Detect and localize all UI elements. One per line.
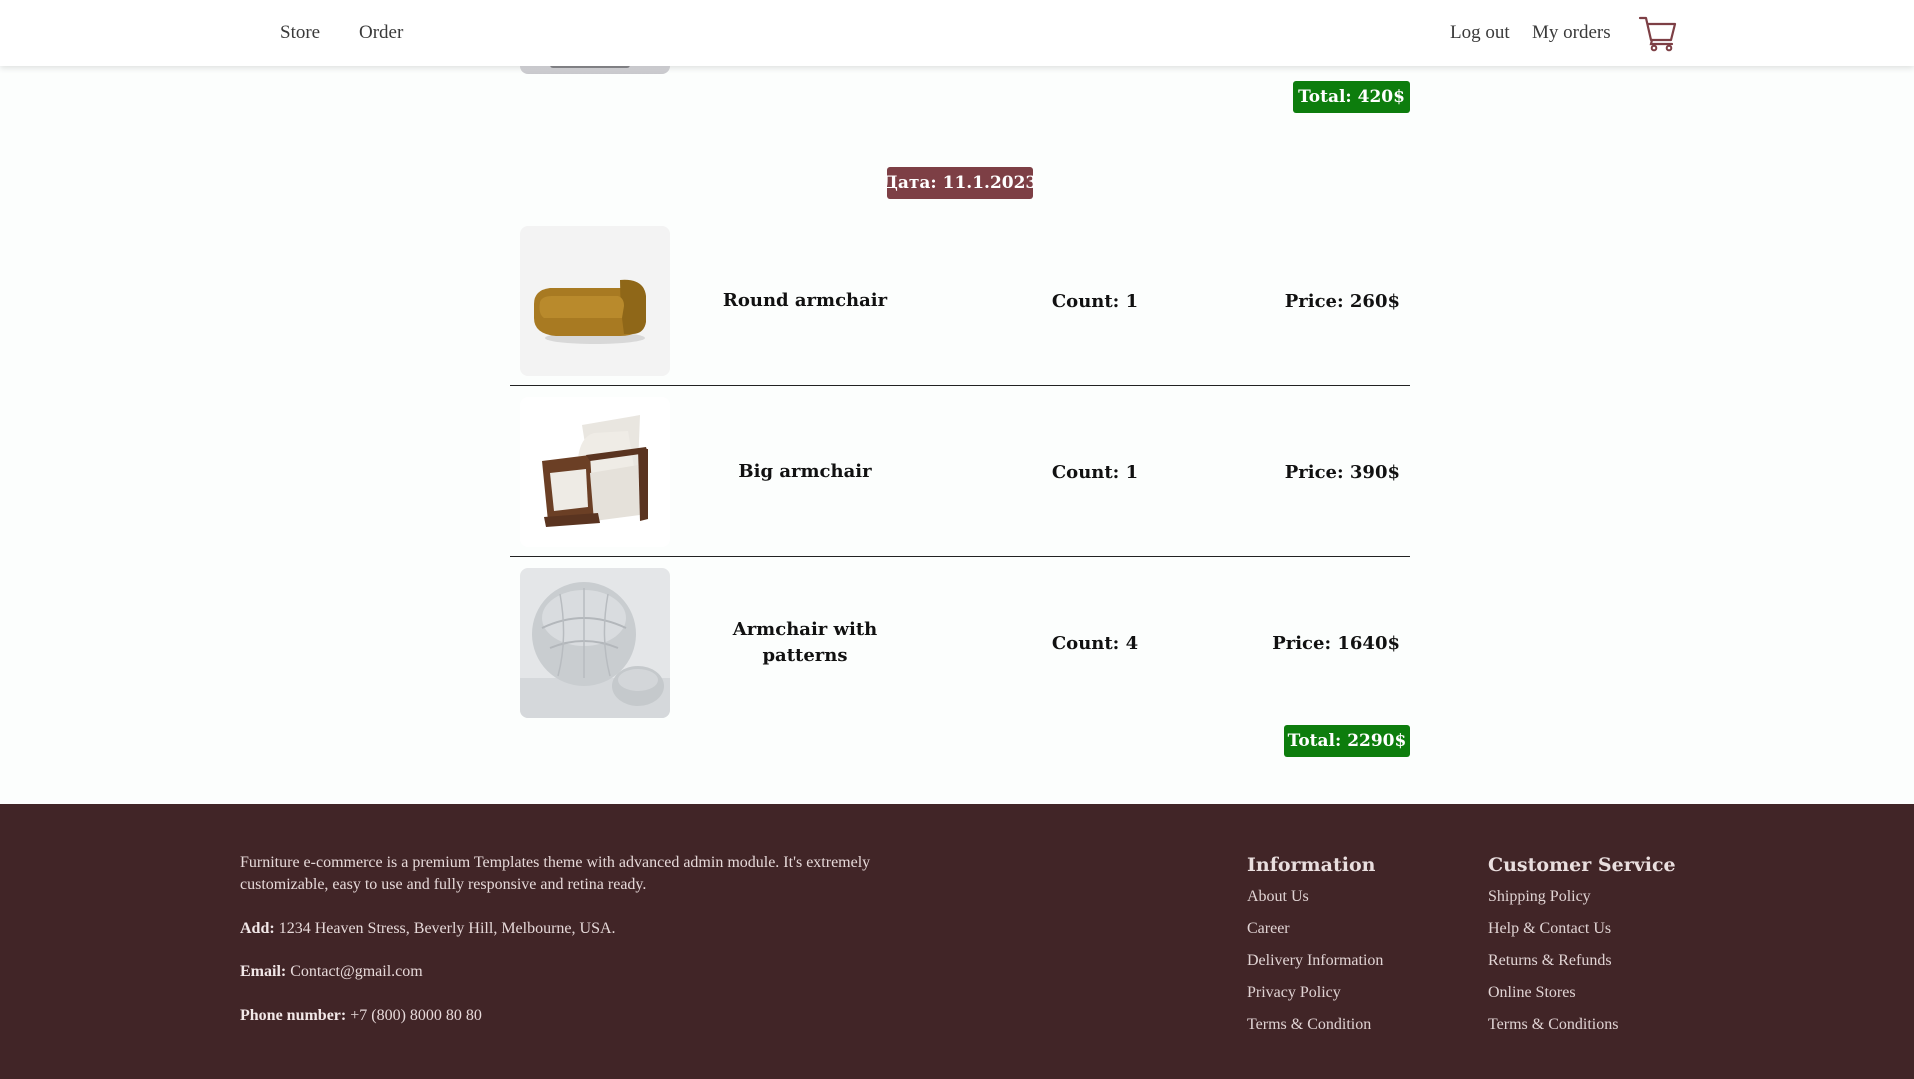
footer-link-returns-refunds[interactable]: Returns & Refunds	[1488, 950, 1676, 982]
footer-link-terms-condition[interactable]: Terms & Condition	[1247, 1014, 1383, 1046]
footer-link-about-us[interactable]: About Us	[1247, 886, 1383, 918]
footer-link-online-stores[interactable]: Online Stores	[1488, 982, 1676, 1014]
product-price: Price: 390$	[1284, 461, 1400, 483]
product-count: Count: 1	[1051, 290, 1139, 312]
footer: Furniture e-commerce is a premium Templa…	[0, 804, 1914, 1079]
footer-information-column: Information About Us Career Delivery Inf…	[1247, 854, 1383, 1046]
footer-link-career[interactable]: Career	[1247, 918, 1383, 950]
footer-email-label: Email:	[240, 963, 287, 980]
footer-customer-service-column: Customer Service Shipping Policy Help & …	[1488, 854, 1676, 1046]
footer-link-help-contact[interactable]: Help & Contact Us	[1488, 918, 1676, 950]
footer-link-shipping-policy[interactable]: Shipping Policy	[1488, 886, 1676, 918]
footer-phone-value: +7 (800) 8000 80 80	[350, 1007, 482, 1024]
order-item-row: Round armchair Count: 1 Price: 260$	[510, 216, 1410, 386]
previous-order-total-badge: Total: 420$	[1293, 81, 1410, 113]
footer-phone: Phone number: +7 (800) 8000 80 80	[240, 1007, 482, 1025]
order-item-row: Armchair with patterns Count: 4 Price: 1…	[510, 558, 1410, 728]
nav-order-link[interactable]: Order	[359, 22, 403, 44]
order-date-badge: Дата: 11.1.2023	[883, 167, 1037, 199]
product-price: Price: 260$	[1284, 290, 1400, 312]
order-item-row: Big armchair Count: 1 Price: 390$	[510, 387, 1410, 557]
footer-email-value: Contact@gmail.com	[290, 963, 423, 980]
logout-link[interactable]: Log out	[1450, 22, 1510, 44]
my-orders-link[interactable]: My orders	[1532, 22, 1611, 44]
round-armchair-image	[520, 226, 670, 376]
product-name: Armchair with patterns	[732, 619, 878, 666]
footer-customer-service-title: Customer Service	[1488, 854, 1676, 876]
product-count: Count: 1	[1051, 461, 1139, 483]
footer-email: Email: Contact@gmail.com	[240, 963, 423, 981]
footer-link-terms-conditions[interactable]: Terms & Conditions	[1488, 1014, 1676, 1046]
order-total-badge: Total: 2290$	[1284, 725, 1410, 757]
footer-information-title: Information	[1247, 854, 1376, 876]
footer-address-value: 1234 Heaven Stress, Beverly Hill, Melbou…	[278, 920, 616, 937]
big-armchair-image	[520, 397, 670, 547]
product-price: Price: 1640$	[1272, 632, 1400, 654]
nav-store-link[interactable]: Store	[280, 22, 320, 44]
footer-description: Furniture e-commerce is a premium Templa…	[240, 854, 871, 893]
cart-icon[interactable]	[1638, 14, 1678, 52]
footer-link-delivery-information[interactable]: Delivery Information	[1247, 950, 1383, 982]
footer-address: Add: 1234 Heaven Stress, Beverly Hill, M…	[240, 920, 616, 938]
product-name: Round armchair	[722, 290, 888, 311]
footer-link-privacy-policy[interactable]: Privacy Policy	[1247, 982, 1383, 1014]
footer-address-label: Add:	[240, 920, 275, 937]
product-name: Big armchair	[738, 461, 872, 482]
product-count: Count: 4	[1051, 632, 1139, 654]
top-navbar: Store Order Log out My orders	[0, 0, 1914, 66]
footer-phone-label: Phone number:	[240, 1007, 347, 1024]
patterned-armchair-image	[520, 568, 670, 718]
